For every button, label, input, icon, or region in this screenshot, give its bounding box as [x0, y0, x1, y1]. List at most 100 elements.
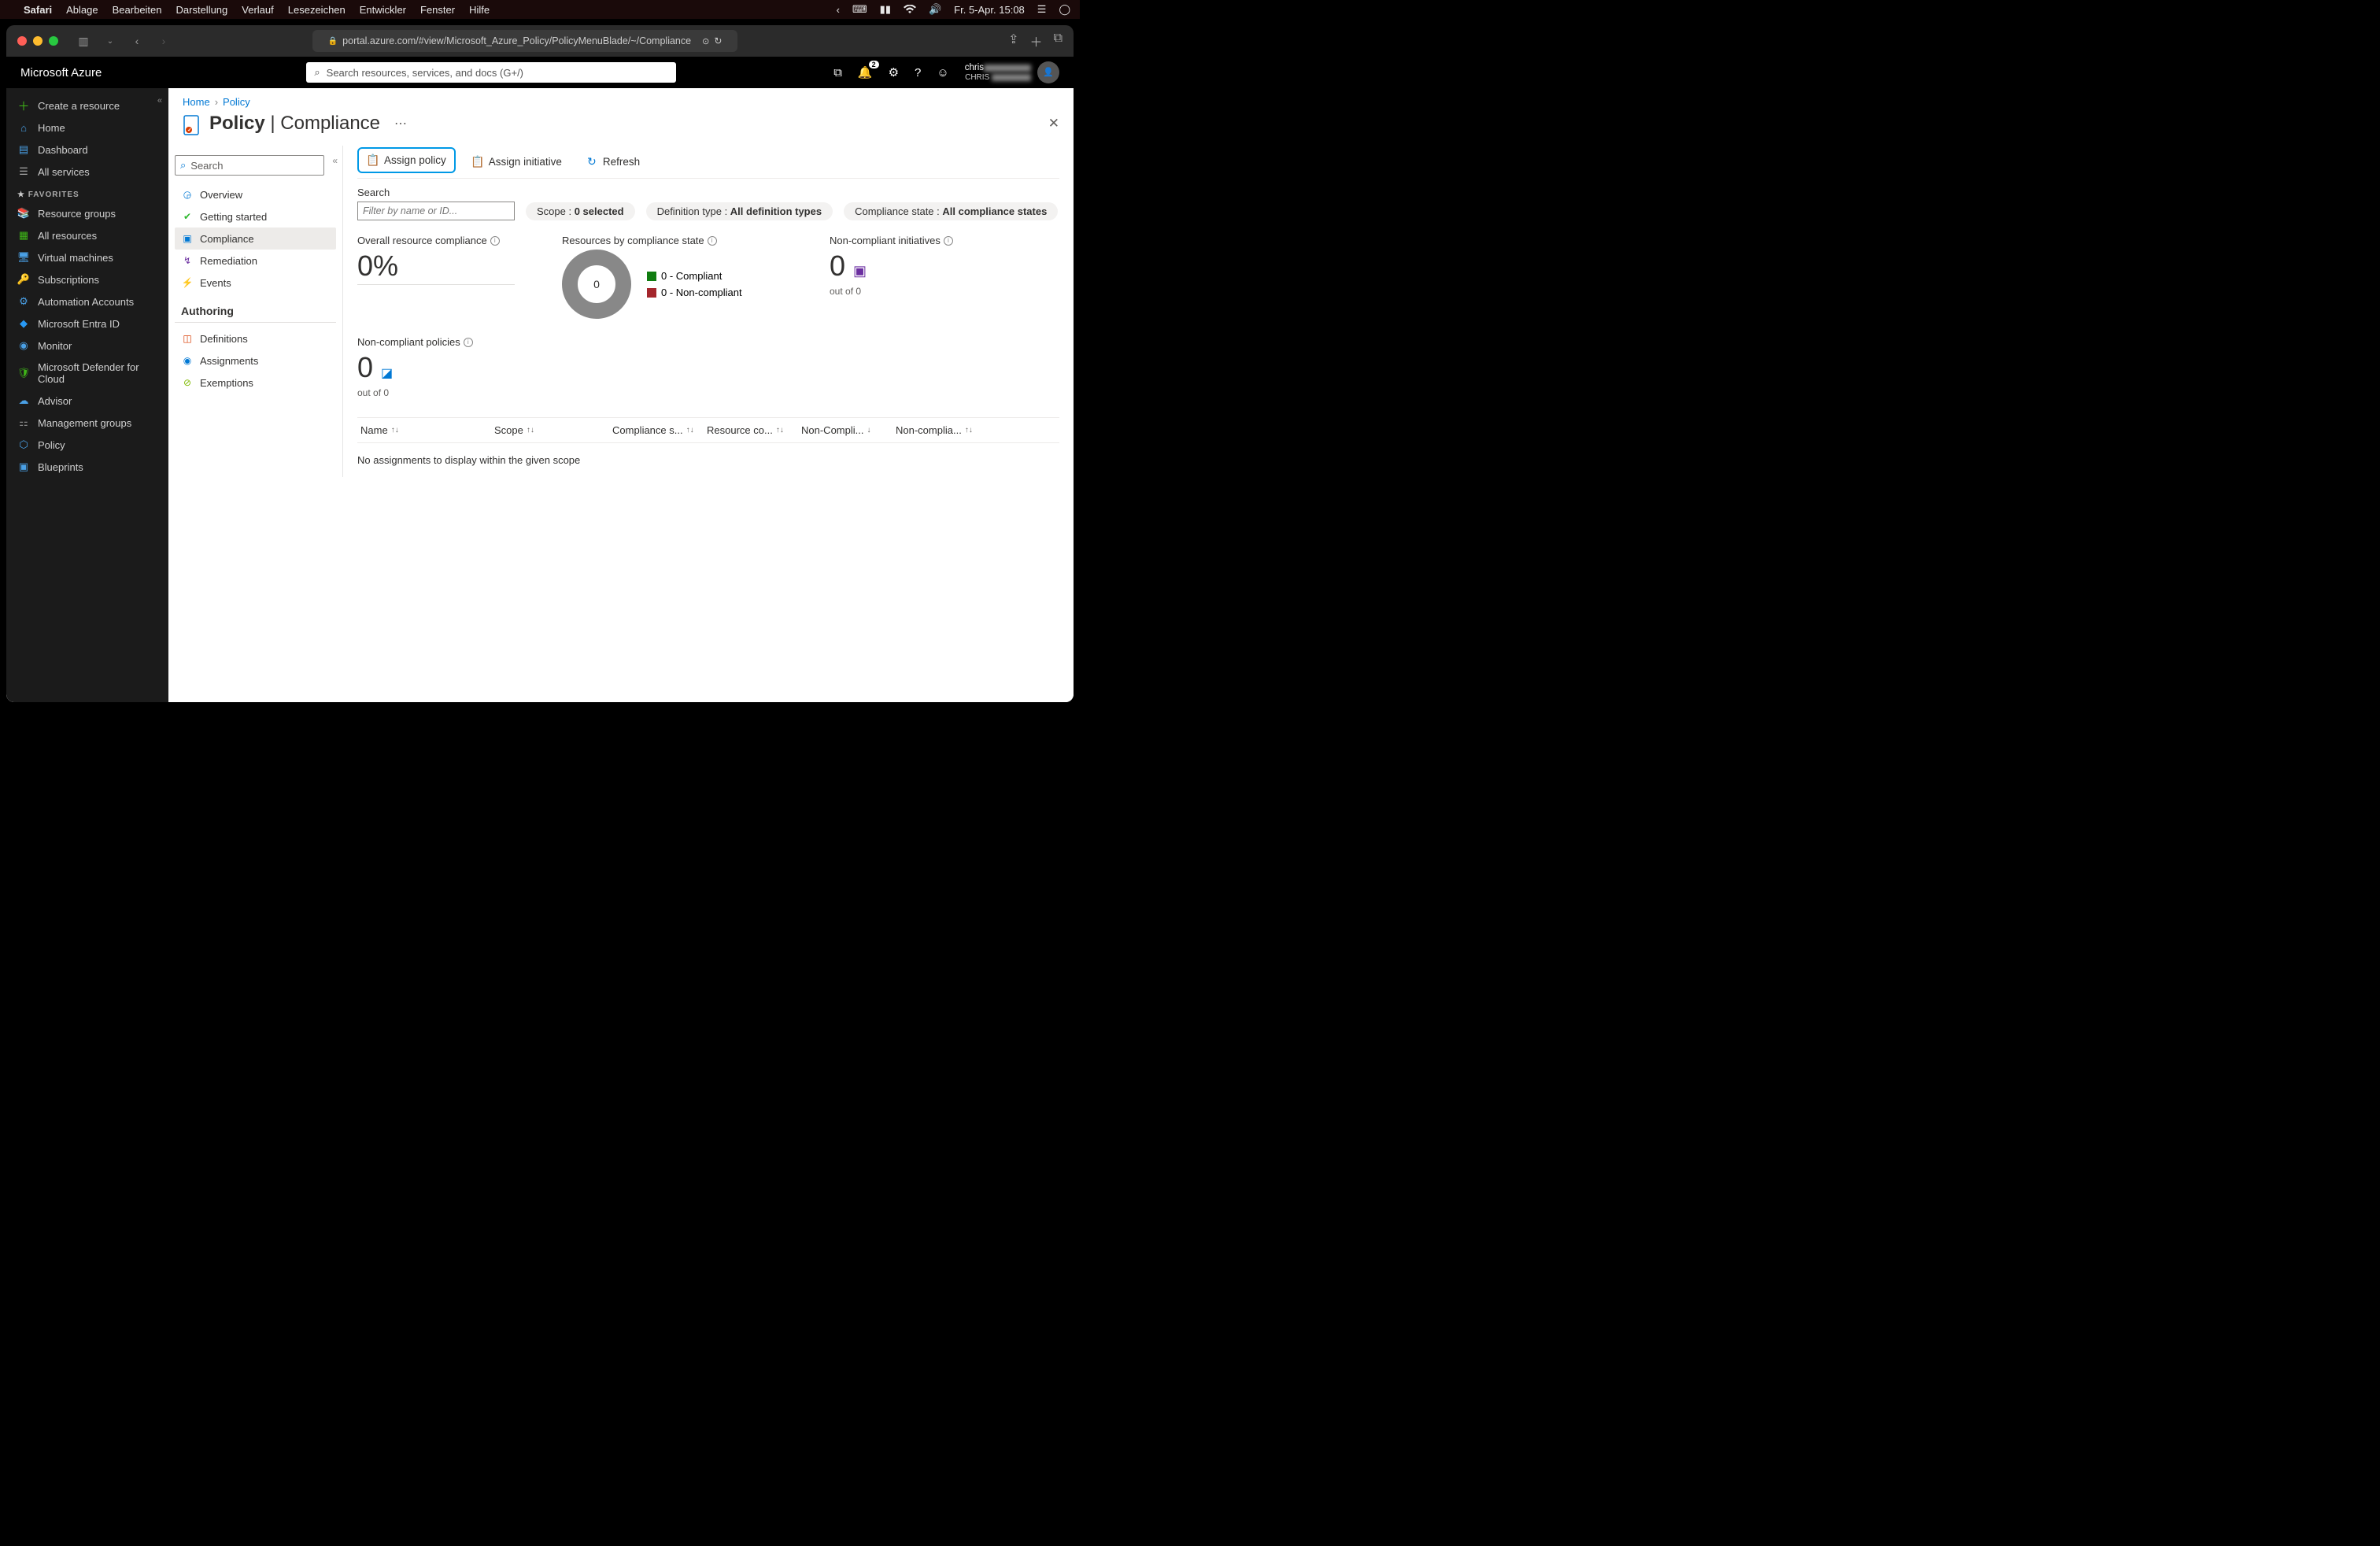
azure-logo[interactable]: Microsoft Azure [20, 66, 102, 80]
minimize-window-icon[interactable] [33, 36, 42, 46]
volume-icon[interactable]: 🔊 [929, 3, 941, 16]
nav-item-management-groups[interactable]: ⚏Management groups [6, 412, 168, 434]
nav-item-monitor[interactable]: ◉Monitor [6, 335, 168, 357]
nav-icon: ▣ [181, 232, 194, 245]
menu-item[interactable]: Bearbeiten [113, 4, 162, 16]
definition-type-filter-pill[interactable]: Definition type : All definition types [646, 202, 833, 220]
nav-item-automation-accounts[interactable]: ⚙Automation Accounts [6, 290, 168, 313]
menu-item[interactable]: Ablage [66, 4, 98, 16]
close-blade-icon[interactable]: ✕ [1048, 116, 1059, 131]
table-header-row: Name↑↓ Scope↑↓ Compliance s...↑↓ Resourc… [357, 417, 1059, 443]
chevron-left-icon[interactable]: ‹ [837, 4, 840, 16]
nav-create-resource[interactable]: ＋ Create a resource [6, 94, 168, 117]
policy-nav-search[interactable]: ⌕ Search [175, 155, 324, 176]
menu-item[interactable]: Hilfe [469, 4, 490, 16]
tabs-icon[interactable]: ⧉ [1054, 31, 1062, 50]
nav-dashboard[interactable]: ▤ Dashboard [6, 139, 168, 161]
more-icon[interactable]: ⋯ [394, 116, 407, 131]
sort-icon: ↑↓ [965, 426, 973, 435]
settings-icon[interactable]: ⚙ [889, 65, 899, 80]
zoom-window-icon[interactable] [49, 36, 58, 46]
url-bar[interactable]: 🔒 portal.azure.com/#view/Microsoft_Azure… [312, 30, 737, 52]
new-tab-icon[interactable]: ＋ [1030, 31, 1043, 50]
col-compliance-state[interactable]: Compliance s...↑↓ [612, 424, 699, 436]
sort-icon: ↑↓ [776, 426, 784, 435]
nav-item-blueprints[interactable]: ▣Blueprints [6, 456, 168, 478]
collapse-nav-icon[interactable]: « [157, 96, 162, 105]
close-window-icon[interactable] [17, 36, 27, 46]
assign-initiative-button[interactable]: 📋 Assign initiative [464, 150, 570, 173]
policy-nav-remediation[interactable]: ↯Remediation [175, 250, 336, 272]
nav-item-subscriptions[interactable]: 🔑Subscriptions [6, 268, 168, 290]
info-icon[interactable]: i [944, 236, 953, 246]
info-icon[interactable]: i [708, 236, 717, 246]
nav-item-policy[interactable]: ⬡Policy [6, 434, 168, 456]
policy-nav-exemptions[interactable]: ⊘Exemptions [175, 372, 336, 394]
sidebar-toggle-icon[interactable]: ▥ [74, 31, 93, 50]
policy-nav-overview[interactable]: ◶Overview [175, 183, 336, 205]
dashboard-icon: ▤ [17, 143, 30, 156]
cmd-label: Assign initiative [489, 156, 562, 168]
policy-nav-getting-started[interactable]: ✔Getting started [175, 205, 336, 227]
translate-icon[interactable]: ⊙ [702, 36, 709, 46]
breadcrumb-policy[interactable]: Policy [223, 96, 250, 108]
col-resource-compliance[interactable]: Resource co...↑↓ [707, 424, 793, 436]
col-noncompliant-resources[interactable]: Non-Compli...↓ [801, 424, 888, 436]
menu-item[interactable]: Fenster [420, 4, 455, 16]
nav-item-microsoft-defender-for-cloud[interactable]: 🛡Microsoft Defender for Cloud [6, 357, 168, 390]
battery-icon[interactable]: ▮▮ [880, 3, 891, 16]
feedback-icon[interactable]: ☺ [937, 66, 948, 80]
account-menu[interactable]: chris CHRIS 👤 [965, 61, 1059, 83]
nav-item-virtual-machines[interactable]: 🖥Virtual machines [6, 246, 168, 268]
filter-input[interactable] [357, 202, 515, 220]
nav-home[interactable]: ⌂ Home [6, 117, 168, 139]
scope-filter-pill[interactable]: Scope : 0 selected [526, 202, 635, 220]
nav-label: Overview [200, 189, 242, 201]
nav-item-resource-groups[interactable]: 📚Resource groups [6, 202, 168, 224]
wifi-icon[interactable] [904, 5, 916, 14]
nav-icon: ◫ [181, 332, 194, 345]
window-controls[interactable] [17, 36, 58, 46]
control-center-icon[interactable]: ☰ [1037, 3, 1047, 16]
cloud-shell-icon[interactable]: ⧉ [833, 66, 842, 80]
azure-search-input[interactable]: ⌕ Search resources, services, and docs (… [306, 62, 676, 83]
policy-nav-definitions[interactable]: ◫Definitions [175, 327, 336, 350]
nav-label: All resources [38, 230, 97, 242]
compliance-state-filter-pill[interactable]: Compliance state : All compliance states [844, 202, 1058, 220]
policy-nav-compliance[interactable]: ▣Compliance [175, 227, 336, 250]
menu-item[interactable]: Darstellung [176, 4, 228, 16]
nav-item-advisor[interactable]: ☁Advisor [6, 390, 168, 412]
info-icon[interactable]: i [464, 338, 473, 347]
help-icon[interactable]: ? [915, 66, 921, 80]
nav-item-microsoft-entra-id[interactable]: ◆Microsoft Entra ID [6, 313, 168, 335]
policy-nav-assignments[interactable]: ◉Assignments [175, 350, 336, 372]
back-icon[interactable]: ‹ [128, 31, 146, 50]
policy-nav-events[interactable]: ⚡Events [175, 272, 336, 294]
nav-label: Remediation [200, 255, 257, 267]
col-scope[interactable]: Scope↑↓ [494, 424, 604, 436]
assign-policy-button[interactable]: 📋 Assign policy [357, 147, 456, 173]
menu-item[interactable]: Verlauf [242, 4, 273, 16]
info-icon[interactable]: i [490, 236, 500, 246]
refresh-button[interactable]: ↻ Refresh [578, 150, 648, 173]
share-icon[interactable]: ⇪ [1008, 31, 1018, 50]
nav-icon: ⚏ [17, 416, 30, 429]
clock-datetime[interactable]: Fr. 5-Apr. 15:08 [954, 4, 1025, 16]
breadcrumb-home[interactable]: Home [183, 96, 210, 108]
menu-item[interactable]: Entwickler [360, 4, 406, 16]
nav-label: Create a resource [38, 100, 120, 112]
reload-icon[interactable]: ↻ [714, 35, 722, 46]
col-noncompliant-policies[interactable]: Non-complia...↑↓ [896, 424, 982, 436]
app-name[interactable]: Safari [24, 4, 52, 16]
nav-label: Advisor [38, 395, 72, 407]
nav-all-services[interactable]: ☰ All services [6, 161, 168, 183]
notifications-icon[interactable]: 🔔2 [858, 65, 873, 80]
siri-icon[interactable]: ◯ [1059, 3, 1070, 16]
keyboard-icon[interactable]: ⌨ [852, 3, 867, 16]
nav-item-all-resources[interactable]: ▦All resources [6, 224, 168, 246]
collapse-policy-nav-icon[interactable]: « [332, 155, 338, 166]
forward-icon[interactable]: › [154, 31, 173, 50]
menu-item[interactable]: Lesezeichen [288, 4, 346, 16]
chevron-down-icon[interactable]: ⌄ [101, 31, 120, 50]
col-name[interactable]: Name↑↓ [360, 424, 486, 436]
